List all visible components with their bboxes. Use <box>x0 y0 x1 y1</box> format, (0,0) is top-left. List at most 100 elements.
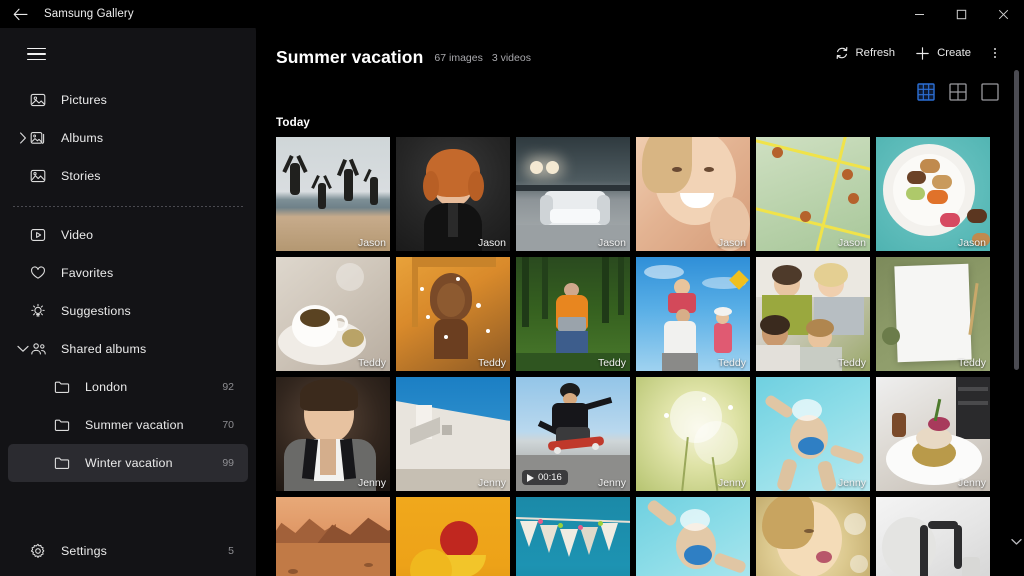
photo-thumbnail <box>276 377 390 491</box>
sidebar-item-label: London <box>85 380 128 394</box>
photo-tag: Jenny <box>477 477 506 489</box>
sidebar-item-winter-vacation[interactable]: Winter vacation 99 <box>8 444 248 482</box>
photo-tile[interactable] <box>516 497 630 576</box>
content-scrollbar[interactable] <box>1011 62 1022 572</box>
window-title: Samsung Gallery <box>44 8 134 20</box>
scroll-down-button[interactable] <box>1010 535 1023 548</box>
photo-tile[interactable]: Jason <box>516 137 630 251</box>
photo-tag: Teddy <box>717 357 746 369</box>
chevron-right-icon[interactable] <box>16 131 30 145</box>
photo-thumbnail <box>756 377 870 491</box>
photo-tile[interactable]: Teddy <box>276 257 390 371</box>
hamburger-icon <box>26 44 46 65</box>
photo-tag: Teddy <box>957 357 986 369</box>
photo-thumbnail <box>756 137 870 251</box>
create-button[interactable]: Create <box>906 42 980 65</box>
page-title: Summer vacation <box>276 46 424 67</box>
sidebar-item-favorites[interactable]: Favorites <box>8 254 248 292</box>
photo-tile[interactable] <box>276 497 390 576</box>
photo-tile[interactable] <box>636 497 750 576</box>
view-grid-large-button[interactable] <box>980 82 1000 102</box>
video-duration-badge: 00:16 <box>522 470 568 485</box>
photo-tile[interactable]: Teddy <box>756 257 870 371</box>
photo-thumbnail <box>756 257 870 371</box>
photo-tile[interactable]: Jenny <box>276 377 390 491</box>
sidebar-toggle-button[interactable] <box>16 36 56 72</box>
photo-tile[interactable] <box>876 497 990 576</box>
photo-tile[interactable] <box>756 497 870 576</box>
images-count: 67 images <box>434 52 483 64</box>
view-grid-medium-button[interactable] <box>948 82 968 102</box>
photo-tile[interactable]: Jenny <box>396 377 510 491</box>
sidebar-item-london[interactable]: London 92 <box>8 368 248 406</box>
section-label-today: Today <box>276 116 311 129</box>
minimize-icon <box>914 13 924 15</box>
photo-thumbnail <box>876 257 990 371</box>
sidebar-item-label: Stories <box>61 169 101 183</box>
back-arrow-icon <box>13 8 28 20</box>
folder-icon <box>52 415 72 435</box>
sidebar-item-count: 99 <box>222 457 234 469</box>
back-button[interactable] <box>0 0 40 28</box>
photo-tag: Teddy <box>597 357 626 369</box>
video-icon <box>28 225 48 245</box>
photo-tile[interactable]: Jenny <box>636 377 750 491</box>
photo-tile[interactable]: Jason <box>876 137 990 251</box>
sidebar-item-pictures[interactable]: Pictures <box>8 81 248 119</box>
sidebar-item-count: 70 <box>222 419 234 431</box>
maximize-icon <box>956 9 966 19</box>
photo-tile[interactable]: Teddy <box>876 257 990 371</box>
photo-tag: Jason <box>957 237 986 249</box>
close-button[interactable] <box>982 0 1024 28</box>
photo-tile[interactable]: Teddy <box>396 257 510 371</box>
sidebar-item-settings[interactable]: Settings 5 <box>8 532 248 570</box>
photo-thumbnail <box>516 497 630 576</box>
gear-icon <box>28 541 48 561</box>
view-grid-small-button[interactable] <box>916 82 936 102</box>
folder-icon <box>52 453 72 473</box>
photo-tile[interactable]: Jenny <box>756 377 870 491</box>
sidebar-item-label: Favorites <box>61 266 114 280</box>
photo-thumbnail <box>876 137 990 251</box>
sidebar-item-video[interactable]: Video <box>8 216 248 254</box>
sidebar: Pictures Albums Stories Video Favorites … <box>0 22 256 576</box>
photo-thumbnail <box>276 497 390 576</box>
scrollbar-thumb[interactable] <box>1014 70 1019 370</box>
photo-tile[interactable] <box>396 497 510 576</box>
photo-tile[interactable]: Teddy <box>636 257 750 371</box>
header-actions: Refresh Create <box>826 41 1008 70</box>
photo-tile[interactable]: Jenny <box>876 377 990 491</box>
albums-icon <box>28 128 48 148</box>
refresh-button[interactable]: Refresh <box>826 42 905 64</box>
sidebar-item-albums[interactable]: Albums <box>8 119 248 157</box>
photo-tag: Teddy <box>357 357 386 369</box>
close-icon <box>998 9 1008 19</box>
sidebar-item-suggestions[interactable]: Suggestions <box>8 292 248 330</box>
content-area: Summer vacation 67 images 3 videos Refre… <box>256 22 1024 576</box>
maximize-button[interactable] <box>940 0 982 28</box>
sidebar-item-label: Suggestions <box>61 304 131 318</box>
photo-thumbnail <box>276 137 390 251</box>
photo-tile[interactable]: Jason <box>756 137 870 251</box>
photo-thumbnail <box>636 257 750 371</box>
chevron-down-icon[interactable] <box>16 342 30 356</box>
sidebar-item-shared-albums[interactable]: Shared albums <box>8 330 248 368</box>
photo-tag: Jason <box>717 237 746 249</box>
photo-tile[interactable]: Teddy <box>516 257 630 371</box>
photo-tag: Jenny <box>357 477 386 489</box>
grid-small-icon <box>917 83 935 101</box>
more-options-button[interactable] <box>982 41 1008 65</box>
photo-tile[interactable]: 00:16 Jenny <box>516 377 630 491</box>
sidebar-item-summer-vacation[interactable]: Summer vacation 70 <box>8 406 248 444</box>
photo-thumbnail <box>516 257 630 371</box>
title-bar: Samsung Gallery <box>0 0 1024 28</box>
picture-icon <box>28 90 48 110</box>
photo-tile[interactable]: Jason <box>276 137 390 251</box>
minimize-button[interactable] <box>898 0 940 28</box>
photo-tile[interactable]: Jason <box>396 137 510 251</box>
sidebar-item-stories[interactable]: Stories <box>8 157 248 195</box>
photo-thumbnail <box>636 377 750 491</box>
sidebar-item-label: Albums <box>61 131 104 145</box>
photo-tile[interactable]: Jason <box>636 137 750 251</box>
play-icon <box>527 473 534 482</box>
